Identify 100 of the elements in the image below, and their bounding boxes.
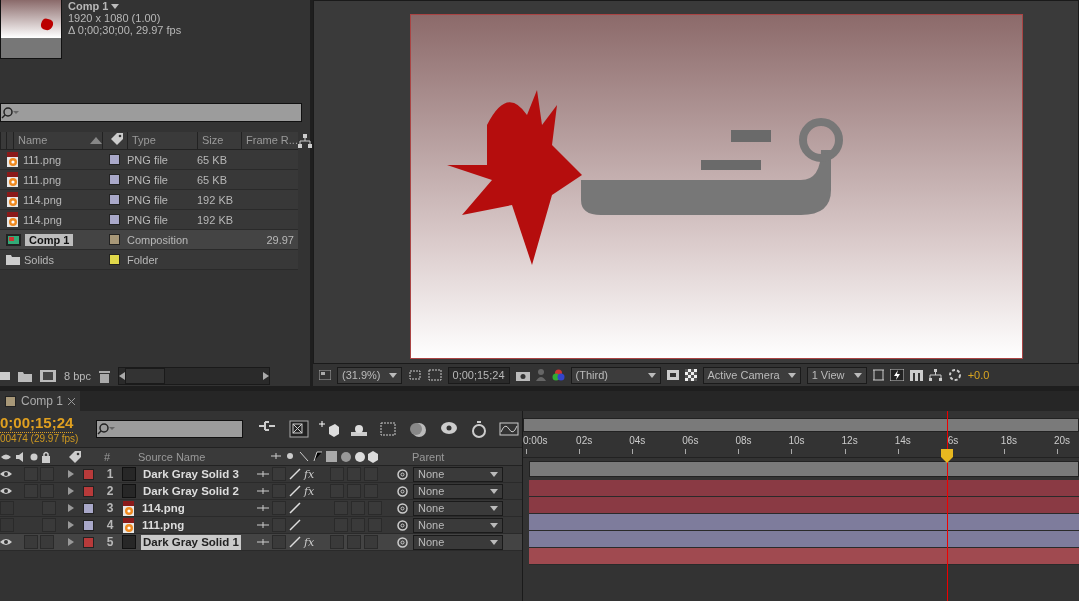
exposure-icon[interactable] bbox=[947, 368, 962, 382]
expand-triangle-icon[interactable] bbox=[68, 538, 74, 546]
pick-whip-icon[interactable] bbox=[397, 519, 408, 531]
quality-switch-icon[interactable] bbox=[289, 519, 301, 531]
expand-triangle-icon[interactable] bbox=[68, 504, 74, 512]
project-item[interactable]: 114.png PNG file 192 KB bbox=[0, 210, 298, 230]
layer-row[interactable]: 5 Dark Gray Solid 1 fx None bbox=[0, 534, 522, 551]
pixel-aspect-icon[interactable] bbox=[872, 369, 884, 381]
search-field[interactable] bbox=[96, 420, 243, 438]
project-item[interactable]: Solids Folder bbox=[0, 250, 298, 270]
expand-triangle-icon[interactable] bbox=[68, 470, 74, 478]
lock-toggle[interactable] bbox=[40, 467, 54, 481]
parent-dropdown[interactable]: None bbox=[413, 466, 503, 482]
current-time-indicator-icon[interactable] bbox=[941, 449, 954, 463]
new-folder-icon[interactable] bbox=[18, 370, 32, 382]
collapse-toggle[interactable] bbox=[272, 535, 286, 549]
trash-icon[interactable] bbox=[98, 369, 110, 383]
shy-switch-icon[interactable] bbox=[257, 538, 269, 546]
project-item[interactable]: 111.png PNG file 65 KB bbox=[0, 150, 298, 170]
sort-arrow-icon[interactable] bbox=[90, 137, 102, 144]
layer-row[interactable]: 4 111.png None bbox=[0, 517, 522, 534]
frame-blending-icon[interactable] bbox=[379, 420, 399, 438]
layer-switch-toggle[interactable] bbox=[364, 535, 379, 549]
region-of-interest-icon[interactable] bbox=[427, 369, 442, 381]
project-item[interactable]: 111.png PNG file 65 KB bbox=[0, 170, 298, 190]
time-navigator[interactable] bbox=[523, 418, 1079, 432]
parent-dropdown[interactable]: None bbox=[413, 517, 503, 533]
audio-toggle[interactable] bbox=[24, 467, 38, 481]
camera-icon[interactable] bbox=[515, 369, 530, 381]
shy-switch-icon[interactable] bbox=[257, 487, 269, 495]
lock-toggle[interactable] bbox=[40, 535, 54, 549]
expand-triangle-icon[interactable] bbox=[68, 487, 74, 495]
flowchart-icon[interactable] bbox=[928, 369, 942, 381]
sparkle-cube-icon[interactable] bbox=[319, 420, 339, 438]
project-item[interactable]: Comp 1 Composition 29.97 bbox=[0, 230, 298, 250]
layer-switch-toggle[interactable] bbox=[330, 467, 345, 481]
composition-mini-icon[interactable] bbox=[289, 420, 309, 438]
ruler-label: 02s bbox=[576, 435, 630, 455]
horizontal-scrollbar[interactable] bbox=[117, 367, 270, 385]
view-dropdown[interactable]: (Third) bbox=[570, 366, 661, 384]
layer-switch-toggle[interactable] bbox=[364, 467, 379, 481]
fast-preview-icon[interactable] bbox=[889, 369, 904, 381]
motion-blur-icon[interactable] bbox=[409, 420, 429, 438]
current-time-display[interactable]: 0;00;15;24 bbox=[0, 414, 74, 433]
bit-depth-label[interactable]: 8 bpc bbox=[64, 370, 91, 382]
effects-switch[interactable]: fx bbox=[304, 467, 315, 481]
transparency-grid-icon[interactable] bbox=[684, 369, 697, 381]
effects-switch[interactable]: fx bbox=[304, 484, 315, 498]
layer-row[interactable]: 2 Dark Gray Solid 2 fx None bbox=[0, 483, 522, 500]
layer-row[interactable]: 3 114.png None bbox=[0, 500, 522, 517]
item-name: 114.png bbox=[23, 213, 62, 226]
stopwatch-icon[interactable] bbox=[469, 420, 489, 438]
audio-toggle[interactable] bbox=[24, 535, 38, 549]
always-preview-icon[interactable] bbox=[319, 370, 331, 380]
parent-dropdown[interactable]: None bbox=[413, 534, 503, 550]
layer-duration-bar[interactable] bbox=[529, 548, 1079, 565]
camera-dropdown[interactable]: Active Camera bbox=[702, 366, 801, 384]
effects-switch[interactable]: fx bbox=[304, 535, 315, 549]
quality-switch-icon[interactable] bbox=[289, 502, 301, 514]
parent-dropdown[interactable]: None bbox=[413, 483, 503, 499]
new-composition-icon[interactable] bbox=[40, 370, 56, 382]
layer-switch-toggle[interactable] bbox=[330, 535, 345, 549]
timecode-field[interactable]: 0;00;15;24 bbox=[447, 366, 510, 384]
quality-switch-icon[interactable] bbox=[289, 485, 301, 497]
pick-whip-icon[interactable] bbox=[397, 536, 408, 548]
layer-row[interactable]: 1 Dark Gray Solid 3 fx None bbox=[0, 466, 522, 483]
magnification-dropdown[interactable]: (31.9%) bbox=[337, 366, 402, 384]
close-icon[interactable] bbox=[68, 397, 76, 405]
graph-editor-icon[interactable] bbox=[499, 420, 519, 438]
collapse-toggle[interactable] bbox=[272, 467, 286, 481]
view-layout-dropdown[interactable]: 1 View bbox=[806, 366, 867, 384]
layer-switch-toggle[interactable] bbox=[347, 467, 362, 481]
shy-switch-icon[interactable] bbox=[257, 470, 269, 478]
quality-switch-icon[interactable] bbox=[289, 536, 301, 548]
toggle-mask-icon[interactable] bbox=[666, 370, 679, 380]
quality-switch-icon[interactable] bbox=[289, 468, 301, 480]
layer-duration-bar[interactable] bbox=[529, 531, 1079, 548]
pick-whip-icon[interactable] bbox=[397, 468, 408, 480]
interpret-footage-icon[interactable] bbox=[0, 370, 10, 382]
eye-icon[interactable] bbox=[0, 538, 12, 546]
search-field[interactable] bbox=[0, 103, 302, 122]
pick-whip-icon[interactable] bbox=[397, 485, 408, 497]
pick-whip-icon[interactable] bbox=[397, 502, 408, 514]
eye-icon[interactable] bbox=[0, 487, 12, 495]
work-area-bar[interactable] bbox=[529, 461, 1079, 477]
expand-triangle-icon[interactable] bbox=[68, 521, 74, 529]
flowchart-icon[interactable] bbox=[297, 134, 312, 148]
eye-icon[interactable] bbox=[0, 470, 12, 478]
layer-switch-toggle[interactable] bbox=[347, 535, 362, 549]
resolution-icon[interactable] bbox=[407, 369, 422, 381]
item-type: PNG file bbox=[127, 153, 169, 166]
shy-switch-icon[interactable] bbox=[257, 504, 269, 512]
project-item[interactable]: 114.png PNG file 192 KB bbox=[0, 190, 298, 210]
layer-duration-bar[interactable] bbox=[529, 514, 1079, 531]
channels-icon[interactable] bbox=[551, 369, 565, 381]
parent-dropdown[interactable]: None bbox=[413, 500, 503, 516]
person-icon[interactable] bbox=[535, 369, 546, 381]
exposure-value[interactable]: +0.0 bbox=[967, 369, 990, 381]
shy-switch-icon[interactable] bbox=[257, 521, 269, 529]
composition-tab[interactable]: Comp 1 bbox=[0, 391, 81, 411]
